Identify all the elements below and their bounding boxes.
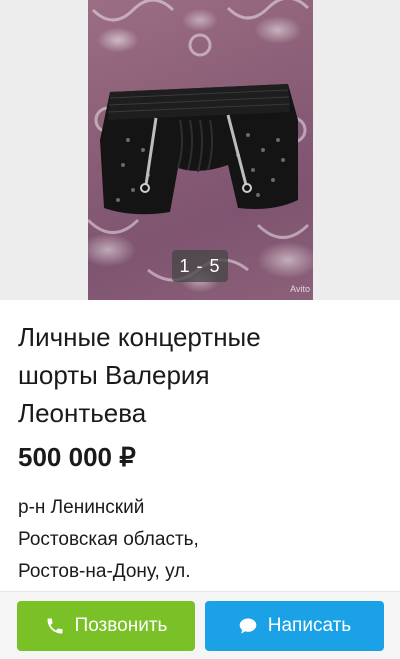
title-line: Личные концертные [18, 322, 261, 352]
photo-counter: 1 - 5 [172, 250, 228, 282]
watermark: Avito [290, 284, 310, 294]
listing-location: р-н Ленинский Ростовская область, Ростов… [18, 492, 388, 588]
call-button[interactable]: Позвонить [17, 601, 195, 651]
call-button-label: Позвонить [74, 615, 168, 636]
action-bar: Позвонить Написать [0, 591, 400, 659]
photo-gallery[interactable]: 1 - 5 Avito [0, 0, 400, 300]
write-button-label: Написать [267, 615, 352, 636]
location-district: р-н Ленинский [18, 497, 145, 518]
write-button[interactable]: Написать [205, 601, 384, 651]
listing-price: 500 000 ₽ [18, 442, 136, 472]
location-street: Ростов-на-Дону, ул. [18, 561, 191, 582]
location-region: Ростовская область, [18, 529, 199, 550]
phone-icon [45, 616, 65, 636]
title-line: шорты Валерия [18, 360, 210, 390]
listing-title: Личные концертные шорты Валерия Леонтьев… [18, 318, 388, 432]
chat-bubble-icon [238, 616, 258, 636]
title-line: Леонтьева [18, 398, 147, 428]
